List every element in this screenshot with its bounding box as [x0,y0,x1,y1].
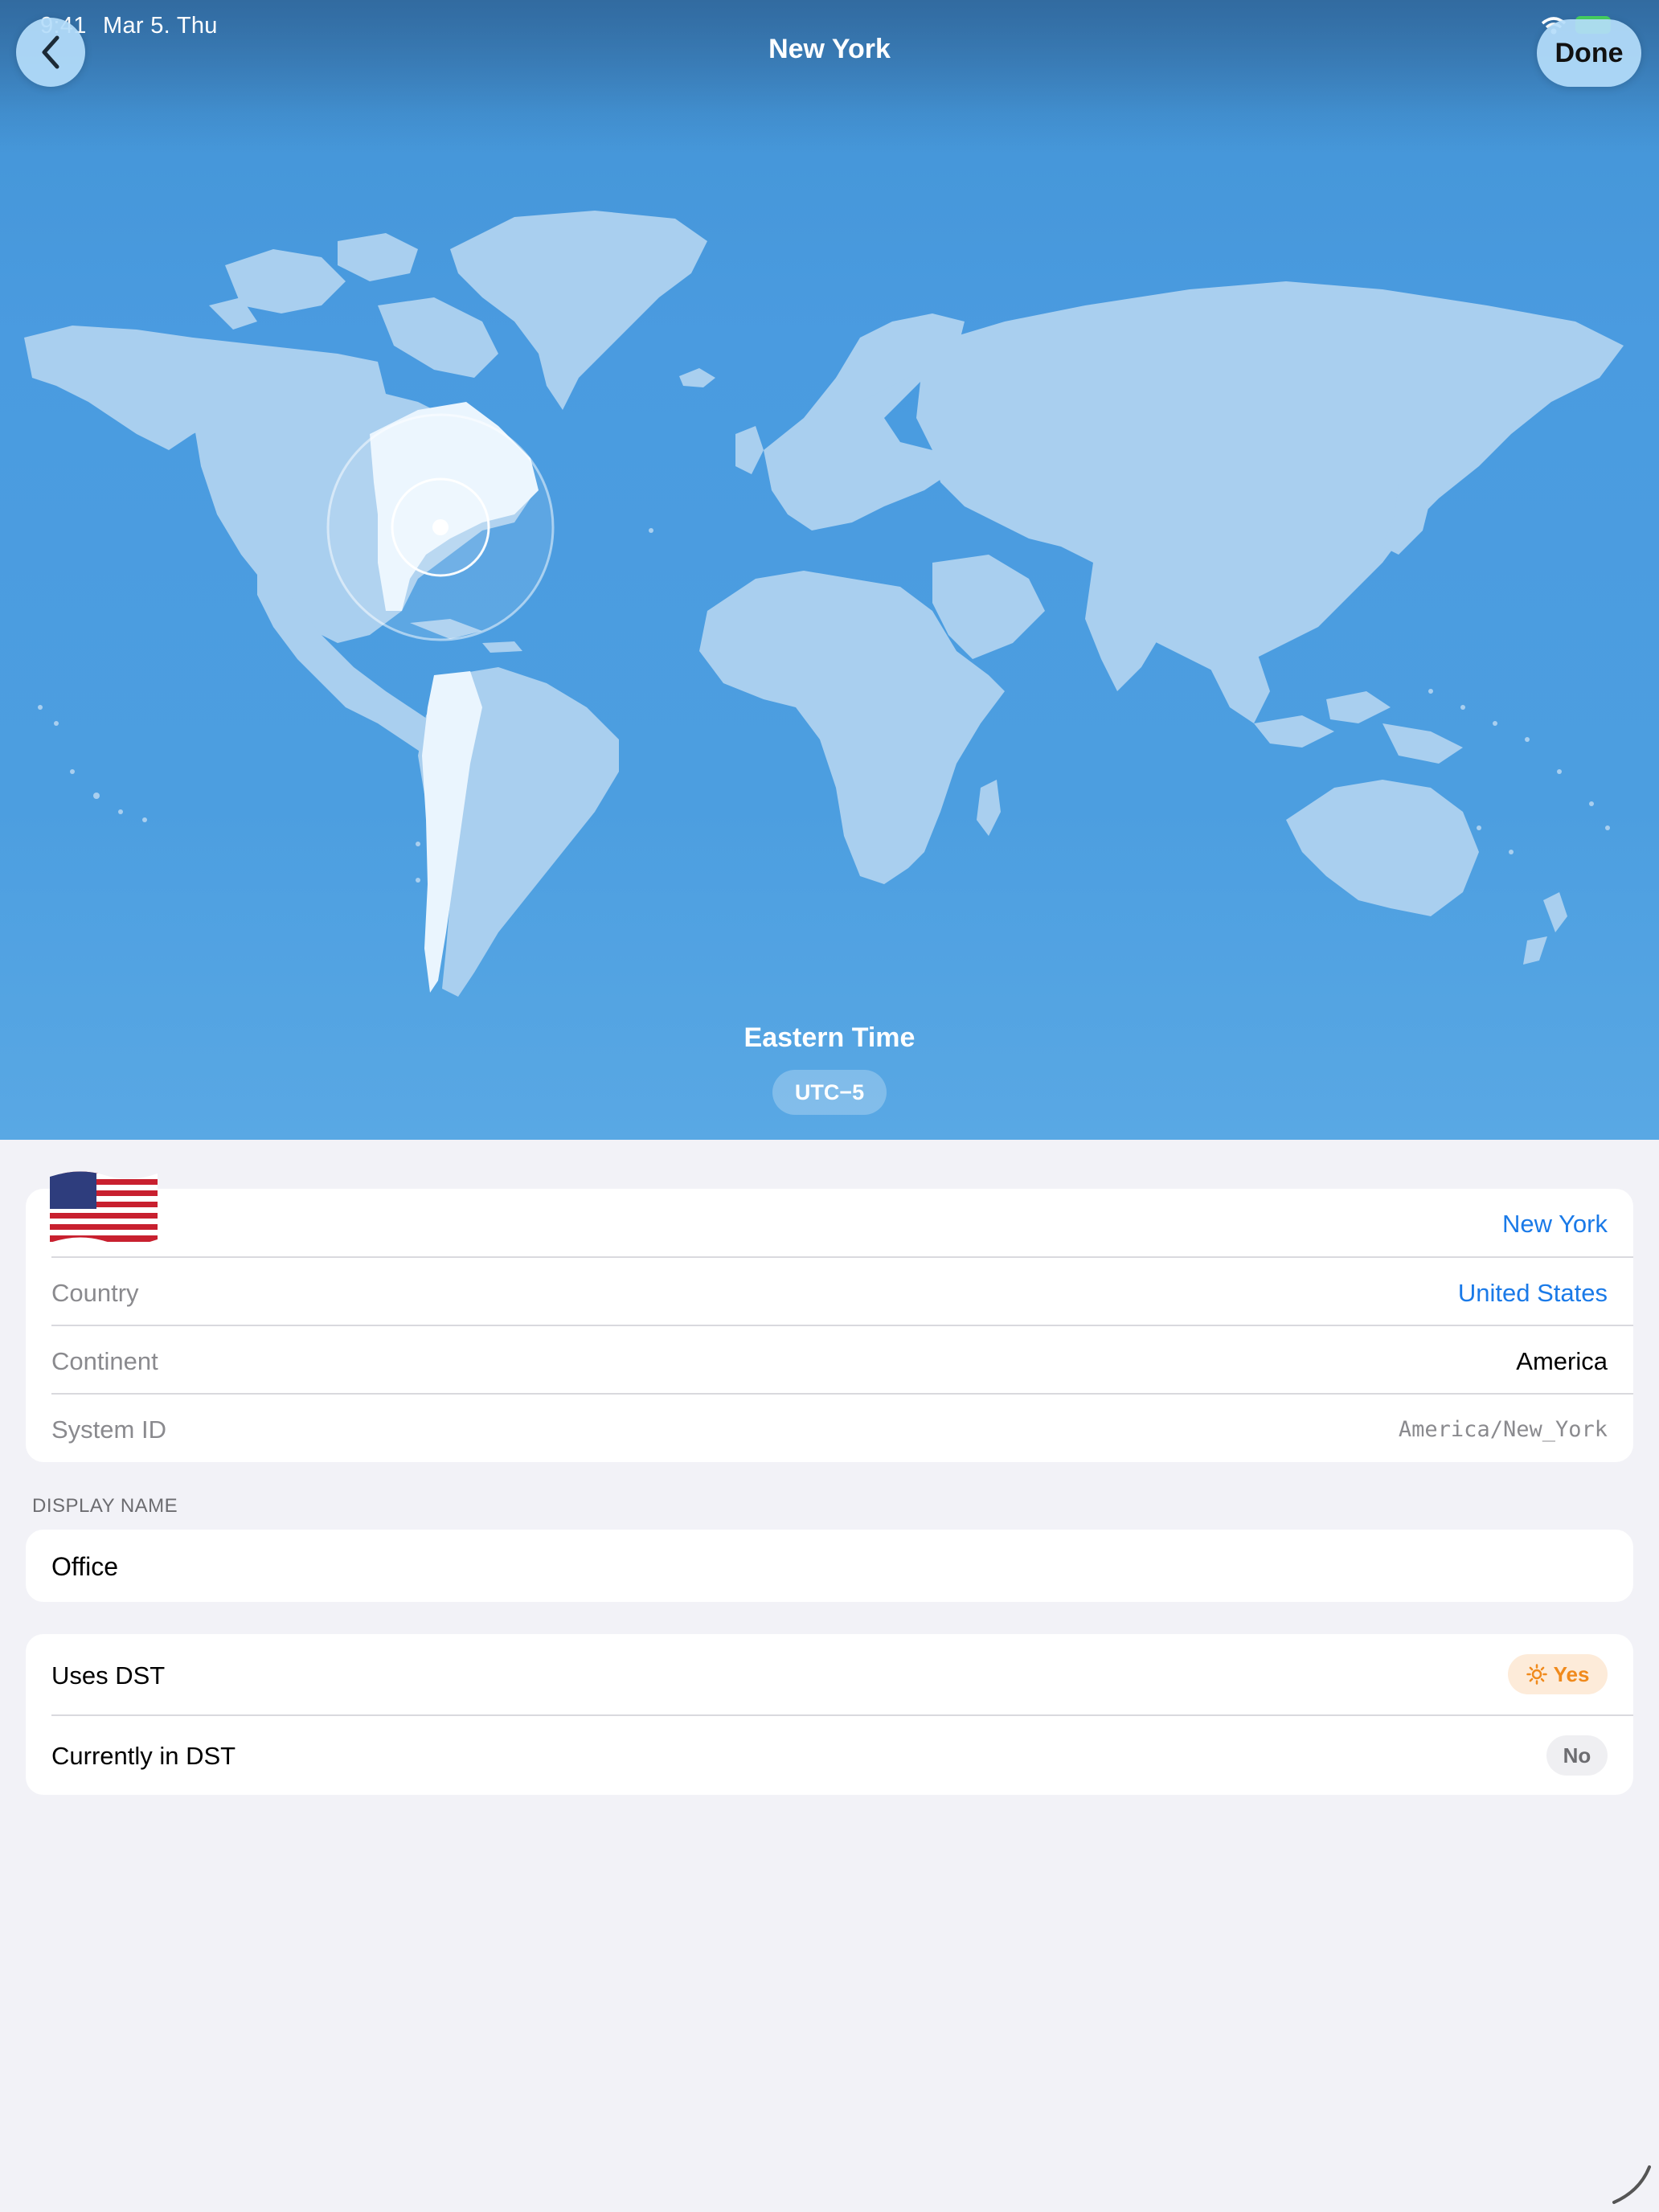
timezone-name: Eastern Time [743,1022,916,1053]
display-name-card: Office [26,1530,1633,1602]
city-value: New York [1502,1210,1608,1238]
uses-dst-badge: Yes [1508,1654,1608,1694]
display-name-field[interactable]: Office [26,1530,1633,1602]
continents [24,211,1624,997]
dst-card: Uses DST Yes Currently in DST No [26,1634,1633,1795]
currently-in-dst-row: Currently in DST No [26,1716,1633,1795]
location-dot [432,519,449,535]
continent-label: Continent [51,1347,158,1375]
continent-row: Continent America [26,1326,1633,1394]
timezone-map-header: 9:41 Mar 5. Thu New York Done Eastern Ti… [0,0,1659,1140]
display-name-value: Office [51,1552,118,1581]
uses-dst-value: Yes [1553,1661,1590,1686]
us-flag-icon [50,1171,158,1245]
sun-icon [1526,1664,1547,1685]
nav-title: New York [768,34,891,64]
uses-dst-row: Uses DST Yes [26,1634,1633,1714]
country-row[interactable]: Country United States [26,1258,1633,1325]
location-card: New York Country United States Continent… [26,1189,1633,1462]
currently-in-dst-label: Currently in DST [51,1742,236,1770]
uses-dst-label: Uses DST [51,1661,166,1690]
currently-in-dst-value: No [1563,1743,1591,1768]
world-map [24,211,1624,997]
country-value: United States [1457,1279,1608,1307]
done-button[interactable]: Done [1537,19,1641,87]
city-row[interactable]: New York [26,1189,1633,1256]
system-id-label: System ID [51,1415,166,1444]
continent-value: America [1516,1347,1608,1375]
currently-in-dst-badge: No [1546,1735,1608,1776]
system-id-row: System ID America/New_York [26,1395,1633,1462]
corner-gesture-icon [1612,2165,1651,2204]
utc-offset-badge: UTC−5 [772,1070,887,1115]
country-label: Country [51,1279,139,1307]
system-id-value: America/New_York [1398,1417,1608,1442]
display-name-header: DISPLAY NAME [32,1495,178,1517]
